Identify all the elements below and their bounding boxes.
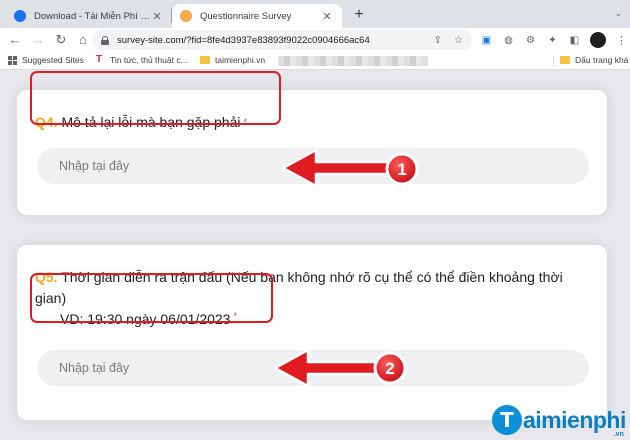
answer-input-q4[interactable] <box>37 148 589 184</box>
required-mark: * <box>243 117 247 127</box>
logo-suffix: .vn <box>613 431 624 438</box>
vpn-extension-icon[interactable]: ◍ <box>502 35 515 46</box>
question-card-q4: Q4. Mô tả lại lỗi mà bạn gặp phải * <box>17 90 607 215</box>
bookmark-tin-tuc[interactable]: T Tin tức, thủ thuật c... <box>96 54 188 66</box>
question-number: Q4. <box>35 114 58 130</box>
tab-favicon-icon <box>14 10 26 22</box>
blurred-bookmarks <box>278 56 428 66</box>
bookmark-taimienphi[interactable]: taimienphi.vn <box>200 55 265 65</box>
close-icon[interactable]: ✕ <box>150 10 164 23</box>
side-panel-icon[interactable]: ◧ <box>568 35 581 46</box>
more-menu-icon[interactable]: ⋮ <box>615 34 628 47</box>
tab-title: Download - Tải Miễn Phí VN - Pi <box>34 10 150 22</box>
logo-text: aimienphi <box>523 406 626 433</box>
close-icon[interactable]: ✕ <box>320 10 334 23</box>
new-tab-button[interactable]: + <box>350 6 368 24</box>
extensions-puzzle-icon[interactable]: ✦ <box>546 35 559 46</box>
bookmark-label: taimienphi.vn <box>215 55 266 65</box>
profile-avatar[interactable] <box>590 32 606 48</box>
answer-input-q5[interactable] <box>37 350 589 386</box>
bookmark-star-icon[interactable]: ☆ <box>454 35 463 46</box>
share-icon[interactable]: ⇪ <box>434 35 442 46</box>
tab-questionnaire-survey[interactable]: Questionnaire Survey ✕ <box>172 4 342 28</box>
bookmark-label: Suggested Sites <box>22 55 84 65</box>
lock-icon[interactable] <box>101 35 109 45</box>
question-q4: Q4. Mô tả lại lỗi mà bạn gặp phải * <box>35 112 247 133</box>
tab-search-chevron-icon[interactable]: ⌄ <box>614 8 622 19</box>
question-q5: Q5. Thời gian diễn ra trận đấu (Nếu bạn … <box>35 267 589 309</box>
tab-strip: Download - Tải Miễn Phí VN - Pi ✕ Questi… <box>0 0 630 28</box>
apps-grid-icon <box>8 55 17 65</box>
bookmark-label: Tin tức, thủ thuật c... <box>110 55 188 65</box>
question-example: VD: 19:30 ngày 06/01/2023 * <box>60 311 237 327</box>
folder-icon <box>560 56 570 64</box>
required-mark: * <box>233 311 237 321</box>
question-card-q5: Q5. Thời gian diễn ra trận đấu (Nếu bạn … <box>17 245 607 420</box>
question-text: Thời gian diễn ra trận đấu (Nếu bạn khôn… <box>35 269 563 306</box>
bookmarks-bar: Suggested Sites T Tin tức, thủ thuật c..… <box>0 52 630 70</box>
bookmark-other[interactable]: Dấu trang khá <box>560 55 628 65</box>
bookmark-suggested-sites[interactable]: Suggested Sites <box>8 55 84 65</box>
back-arrow-icon[interactable]: ← <box>6 31 24 49</box>
home-icon[interactable]: ⌂ <box>74 31 92 49</box>
tab-favicon-icon <box>180 10 192 22</box>
forward-arrow-icon[interactable]: → <box>29 31 47 49</box>
logo-t-icon: T <box>492 405 522 435</box>
translate-extension-icon[interactable]: ▣ <box>480 35 493 46</box>
address-bar[interactable]: survey-site.com/?fid=8fe4d3937e83893f902… <box>93 30 473 50</box>
site-t-icon: T <box>96 54 103 65</box>
question-number: Q5. <box>35 269 58 285</box>
taimienphi-logo: T aimienphi .vn <box>492 404 626 438</box>
browser-toolbar: ← → ↻ ⌂ survey-site.com/?fid=8fe4d3937e8… <box>0 28 630 52</box>
settings-extension-icon[interactable]: ⚙ <box>524 35 537 46</box>
reload-icon[interactable]: ↻ <box>52 31 70 49</box>
folder-icon <box>200 56 210 64</box>
question-text: Mô tả lại lỗi mà bạn gặp phải <box>61 114 241 130</box>
tab-title: Questionnaire Survey <box>200 10 292 22</box>
address-url[interactable]: survey-site.com/?fid=8fe4d3937e83893f902… <box>117 35 370 46</box>
example-text: VD: 19:30 ngày 06/01/2023 <box>60 311 231 327</box>
bookmarks-divider <box>553 56 554 67</box>
tab-download[interactable]: Download - Tải Miễn Phí VN - Pi ✕ <box>6 4 172 28</box>
survey-page: Q4. Mô tả lại lỗi mà bạn gặp phải* Q5. T… <box>0 70 630 440</box>
bookmark-label: Dấu trang khá <box>575 55 629 65</box>
